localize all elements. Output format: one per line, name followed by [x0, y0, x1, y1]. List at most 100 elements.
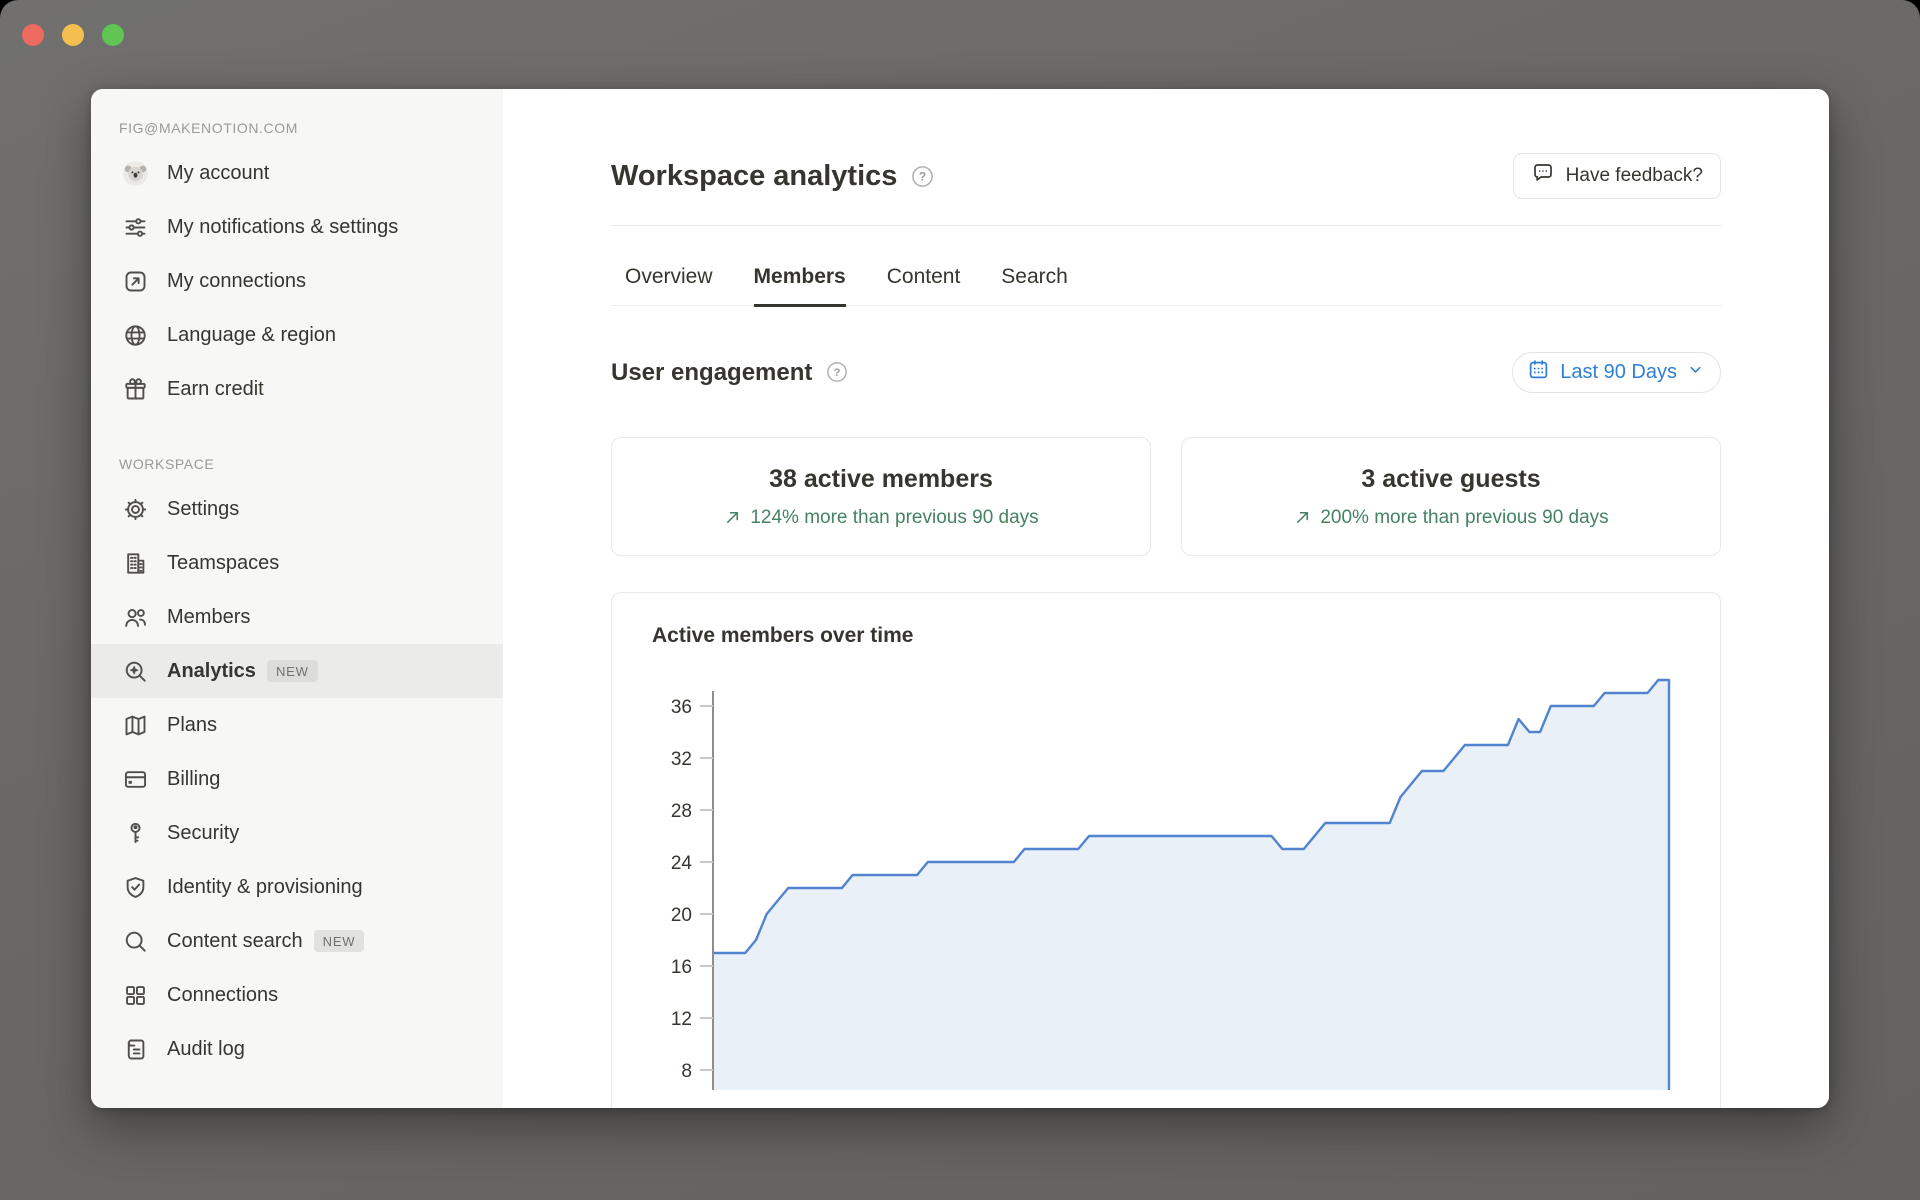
key-icon [122, 820, 149, 847]
arrow-up-right-icon [1293, 508, 1312, 527]
user-engagement-title: User engagement [611, 359, 812, 387]
sidebar-item-audit-log[interactable]: Audit log [91, 1022, 503, 1076]
stat-card-active-members: 38 active members124% more than previous… [611, 437, 1151, 556]
tab-content[interactable]: Content [887, 265, 961, 307]
arrow-up-right-icon [723, 508, 742, 527]
desktop-background: FIG@MAKENOTION.COM My account My notifica… [0, 0, 1920, 1200]
sidebar-item-label: Security [167, 820, 239, 846]
chat-bubble-icon [1531, 161, 1555, 191]
stat-card-delta-text: 200% more than previous 90 days [1320, 507, 1608, 529]
zoom-button[interactable] [102, 24, 124, 46]
help-circle-icon[interactable]: ? [911, 165, 934, 188]
page-title: Workspace analytics [611, 160, 897, 193]
account-section-label: FIG@MAKENOTION.COM [91, 118, 503, 138]
sidebar-item-label: Plans [167, 712, 217, 738]
sidebar-item-label: Content search [167, 928, 303, 954]
sidebar-item-my-connections[interactable]: My connections [91, 254, 503, 308]
help-circle-icon: ? [826, 361, 848, 383]
close-button[interactable] [22, 24, 44, 46]
tab-search[interactable]: Search [1001, 265, 1068, 307]
stat-card-delta: 124% more than previous 90 days [723, 507, 1038, 529]
stat-card-title: 3 active guests [1361, 465, 1540, 494]
sidebar-item-label: Analytics [167, 658, 256, 684]
avatar-koala-icon [122, 160, 149, 187]
new-badge: NEW [314, 930, 365, 952]
y-axis-label: 8 [681, 1061, 692, 1082]
sidebar-item-label: Audit log [167, 1036, 245, 1062]
svg-text:?: ? [919, 169, 926, 183]
sidebar-item-my-account[interactable]: My account [91, 146, 503, 200]
sidebar-item-label: My connections [167, 268, 306, 294]
page-header: Workspace analytics ? Have feedback? [611, 153, 1721, 199]
sidebar-item-members[interactable]: Members [91, 590, 503, 644]
stat-card-delta: 200% more than previous 90 days [1293, 507, 1608, 529]
globe-icon [122, 322, 149, 349]
analytics-main-panel: Workspace analytics ? Have feedback? Ove… [503, 89, 1829, 1108]
chevron-down-icon [1687, 361, 1704, 384]
active-members-chart: 363228242016128 [612, 593, 1722, 1090]
sidebar-item-plans[interactable]: Plans [91, 698, 503, 752]
tab-overview[interactable]: Overview [625, 265, 713, 307]
header-divider [611, 225, 1721, 226]
calendar-icon [1527, 358, 1550, 381]
workspace-items-list: SettingsTeamspacesMembersAnalyticsNEWPla… [91, 482, 503, 1076]
people-icon [122, 604, 149, 631]
sidebar-item-label: Connections [167, 982, 278, 1008]
chevron-down-icon [1687, 361, 1704, 378]
sidebar-item-analytics[interactable]: AnalyticsNEW [91, 644, 503, 698]
sidebar-item-label: Billing [167, 766, 220, 792]
sidebar-item-label: My notifications & settings [167, 214, 398, 240]
chart-title: Active members over time [652, 624, 913, 648]
help-circle-icon[interactable]: ? [826, 361, 849, 384]
sidebar-item-label: Identity & provisioning [167, 874, 363, 900]
calendar-icon [1527, 358, 1550, 387]
date-range-dropdown[interactable]: Last 90 Days [1512, 352, 1721, 393]
shield-check-icon [122, 874, 149, 901]
stat-cards-row: 38 active members124% more than previous… [611, 437, 1721, 556]
date-range-label: Last 90 Days [1560, 361, 1677, 384]
sidebar-item-language-region[interactable]: Language & region [91, 308, 503, 362]
help-circle-icon: ? [911, 165, 934, 188]
analytics-tabs: Overview Members Content Search [611, 265, 1721, 306]
sidebar-item-label: Members [167, 604, 250, 630]
settings-dialog: FIG@MAKENOTION.COM My account My notifica… [91, 89, 1829, 1108]
scroll-icon [122, 1036, 149, 1063]
sidebar-item-security[interactable]: Security [91, 806, 503, 860]
stat-card-delta-text: 124% more than previous 90 days [750, 507, 1038, 529]
y-axis-label: 24 [671, 853, 693, 874]
active-members-chart-card: 363228242016128 Active members over time [611, 592, 1721, 1108]
gift-icon [122, 376, 149, 403]
tab-members[interactable]: Members [754, 265, 846, 307]
building-icon [122, 550, 149, 577]
sidebar-item-connections[interactable]: Connections [91, 968, 503, 1022]
sidebar-item-billing[interactable]: Billing [91, 752, 503, 806]
have-feedback-button[interactable]: Have feedback? [1513, 153, 1721, 199]
sidebar-item-label: Teamspaces [167, 550, 279, 576]
y-axis-label: 20 [671, 905, 692, 926]
svg-text:?: ? [834, 367, 841, 379]
credit-card-icon [122, 766, 149, 793]
sidebar-item-label: Language & region [167, 322, 336, 348]
sidebar-item-earn-credit[interactable]: Earn credit [91, 362, 503, 416]
y-axis-label: 12 [671, 1009, 692, 1030]
sidebar-item-label: Settings [167, 496, 239, 522]
y-axis-label: 16 [671, 957, 692, 978]
sidebar-item-content-search[interactable]: Content search NEW [91, 914, 503, 968]
sidebar-item-label: My account [167, 160, 269, 186]
sliders-icon [122, 214, 149, 241]
sidebar-item-settings[interactable]: Settings [91, 482, 503, 536]
have-feedback-label: Have feedback? [1566, 165, 1703, 187]
sidebar-item-teamspaces[interactable]: Teamspaces [91, 536, 503, 590]
workspace-section-label: WORKSPACE [91, 454, 503, 474]
search-icon [122, 928, 149, 955]
sidebar-item-identity-provisioning[interactable]: Identity & provisioning [91, 860, 503, 914]
chart-area-fill [713, 680, 1669, 1090]
user-engagement-header: User engagement ? Last 90 Days [611, 352, 1721, 393]
search-sparkle-icon [122, 658, 149, 685]
minimize-button[interactable] [62, 24, 84, 46]
account-items-list: My account My notifications & settings My … [91, 146, 503, 416]
settings-sidebar: FIG@MAKENOTION.COM My account My notifica… [91, 89, 503, 1108]
sidebar-item-my-notifications-settings[interactable]: My notifications & settings [91, 200, 503, 254]
map-icon [122, 712, 149, 739]
sidebar-item-label: Earn credit [167, 376, 264, 402]
